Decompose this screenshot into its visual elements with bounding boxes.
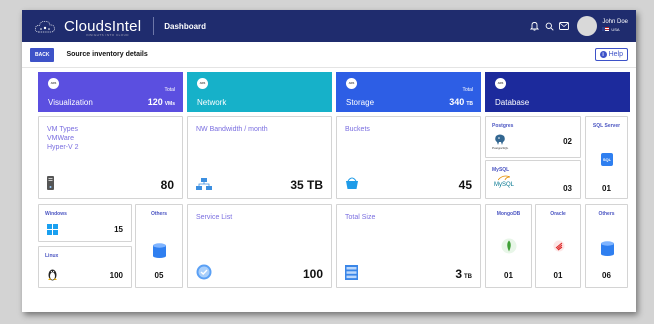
column-title: Storage	[346, 98, 375, 107]
page-subheader: BACK Source inventory details i Help	[22, 42, 636, 68]
aws-badge-icon: AWS	[197, 78, 208, 89]
aws-badge-icon: AWS	[48, 78, 59, 89]
postgres-logo-text: PostgreSQL	[492, 146, 509, 150]
mysql-logo-text: MySQL	[494, 182, 515, 188]
mongodb-card[interactable]: MongoDB 01	[485, 204, 532, 288]
total-size-card[interactable]: Total Size 3 TB	[336, 204, 481, 288]
os-others-count: 05	[154, 271, 164, 280]
mongodb-count: 01	[504, 271, 513, 280]
sqlserver-card[interactable]: SQL Server SQL 01	[585, 116, 628, 199]
total-value: 120 VMs	[147, 97, 175, 107]
db-others-card[interactable]: Others 06	[585, 204, 628, 288]
sqlserver-count: 01	[602, 184, 611, 193]
back-button[interactable]: BACK	[30, 47, 55, 62]
divider	[153, 17, 155, 35]
linux-count: 100	[109, 271, 123, 280]
page-title: Source inventory details	[66, 51, 148, 58]
postgresql-elephant-icon	[495, 134, 505, 145]
total-size-value: 3 TB	[455, 267, 472, 281]
bandwidth-card[interactable]: NW Bandwidth / month 35 TB	[187, 116, 332, 199]
postgres-card[interactable]: Postgres PostgreSQL 02	[485, 116, 581, 158]
brand-logo[interactable]: CloudsIntel	[34, 18, 141, 35]
oracle-icon	[553, 240, 565, 252]
network-header[interactable]: AWS Network	[187, 72, 332, 112]
database-header[interactable]: AWS Database	[485, 72, 630, 112]
windows-count: 15	[114, 225, 123, 234]
aws-badge-icon: AWS	[495, 78, 506, 89]
linux-penguin-icon	[48, 269, 57, 281]
brand-name: CloudsIntel	[64, 17, 142, 35]
buckets-card[interactable]: Buckets 45	[336, 116, 481, 199]
mongodb-label: MongoDB	[496, 211, 521, 217]
gear-badge-icon	[196, 264, 212, 280]
total-value: 340 TB	[449, 97, 473, 107]
user-name: John Doe	[602, 19, 628, 25]
brand-tagline: INSIGHTS INTO CLOUD	[86, 33, 129, 37]
mysql-dolphin-icon	[498, 175, 510, 181]
vm-count: 80	[160, 178, 174, 192]
oracle-count: 01	[553, 271, 563, 280]
storage-header[interactable]: AWS Total Storage 340 TB	[336, 72, 481, 112]
help-label: Help	[608, 51, 623, 58]
mail-icon[interactable]	[557, 19, 571, 33]
vm-types-list: VM Types VMWare Hyper-V 2	[47, 126, 79, 151]
windows-card[interactable]: Windows 15	[38, 204, 132, 242]
sqlserver-icon: SQL	[601, 153, 613, 166]
bell-icon[interactable]	[527, 19, 541, 33]
total-size-label: Total Size	[345, 214, 376, 221]
help-button[interactable]: i Help	[594, 48, 628, 61]
total-label: Total	[462, 87, 473, 93]
cloud-logo-icon	[35, 21, 55, 33]
os-others-label: Others	[150, 211, 168, 217]
oracle-label: Oracle	[550, 211, 566, 217]
info-icon: i	[599, 51, 607, 58]
page-nav-title: Dashboard	[164, 21, 207, 31]
search-icon[interactable]	[542, 19, 556, 33]
user-menu[interactable]: John Doe USA	[602, 18, 628, 34]
visualization-header[interactable]: AWS Total Visualization 120 VMs	[38, 72, 183, 112]
db-others-count: 06	[602, 271, 611, 280]
service-list-label: Service List	[196, 214, 233, 221]
os-others-card[interactable]: Others 05	[135, 204, 183, 288]
postgres-label: Postgres	[492, 123, 514, 129]
bandwidth-value: 35 TB	[290, 178, 323, 192]
avatar[interactable]	[577, 16, 598, 36]
service-list-card[interactable]: Service List 100	[187, 204, 332, 288]
db-others-label: Others	[598, 211, 615, 217]
column-title: Network	[197, 98, 227, 107]
bandwidth-label: NW Bandwidth / month	[196, 126, 268, 133]
database-icon	[153, 243, 166, 258]
mysql-label: MySQL	[492, 167, 510, 173]
linux-label: Linux	[45, 253, 59, 259]
buckets-count: 45	[458, 178, 472, 192]
us-flag-icon	[602, 27, 610, 32]
bucket-icon	[346, 177, 358, 189]
sqlserver-label: SQL Server	[592, 123, 621, 129]
total-label: Total	[164, 87, 175, 93]
mongodb-leaf-icon	[501, 238, 517, 254]
windows-label: Windows	[45, 211, 67, 217]
service-count: 100	[302, 267, 323, 281]
server-icon	[47, 176, 54, 190]
user-country: USA	[602, 26, 628, 34]
storage-rack-icon	[345, 265, 358, 280]
app-window: CloudsIntel INSIGHTS INTO CLOUD Dashboar…	[22, 10, 636, 312]
vm-types-card[interactable]: VM Types VMWare Hyper-V 2 80	[38, 116, 183, 199]
column-title: Database	[495, 98, 530, 107]
mysql-card[interactable]: MySQL MySQL 03	[485, 160, 581, 199]
column-title: Visualization	[48, 98, 93, 107]
buckets-label: Buckets	[345, 126, 370, 133]
aws-badge-icon: AWS	[346, 78, 357, 89]
network-topology-icon	[196, 178, 212, 190]
windows-icon	[47, 224, 58, 235]
postgres-count: 02	[563, 137, 572, 146]
mysql-count: 03	[563, 184, 572, 193]
top-bar: CloudsIntel INSIGHTS INTO CLOUD Dashboar…	[22, 10, 636, 42]
linux-card[interactable]: Linux 100	[38, 246, 132, 288]
database-icon	[601, 241, 614, 256]
oracle-card[interactable]: Oracle 01	[535, 204, 581, 288]
